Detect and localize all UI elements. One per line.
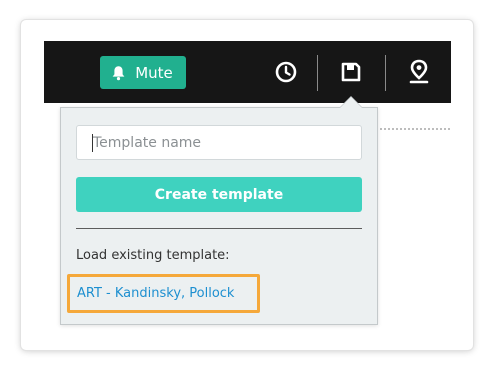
toolbar-divider (385, 55, 386, 91)
mute-button-label: Mute (135, 63, 173, 82)
popover-caret-fill (340, 97, 362, 108)
text-cursor (92, 134, 93, 152)
toolbar-divider (317, 55, 318, 91)
section-divider (76, 228, 362, 229)
bell-icon (111, 65, 126, 81)
location-pin-icon[interactable] (405, 58, 433, 86)
existing-template-link[interactable]: ART - Kandinsky, Pollock (67, 274, 260, 313)
load-existing-label: Load existing template: (76, 248, 230, 263)
create-template-button[interactable]: Create template (76, 177, 362, 212)
dotted-divider (380, 128, 450, 130)
save-icon[interactable] (337, 58, 365, 86)
clock-icon[interactable] (272, 58, 300, 86)
mute-button[interactable]: Mute (100, 56, 186, 89)
template-name-input[interactable] (76, 125, 362, 160)
